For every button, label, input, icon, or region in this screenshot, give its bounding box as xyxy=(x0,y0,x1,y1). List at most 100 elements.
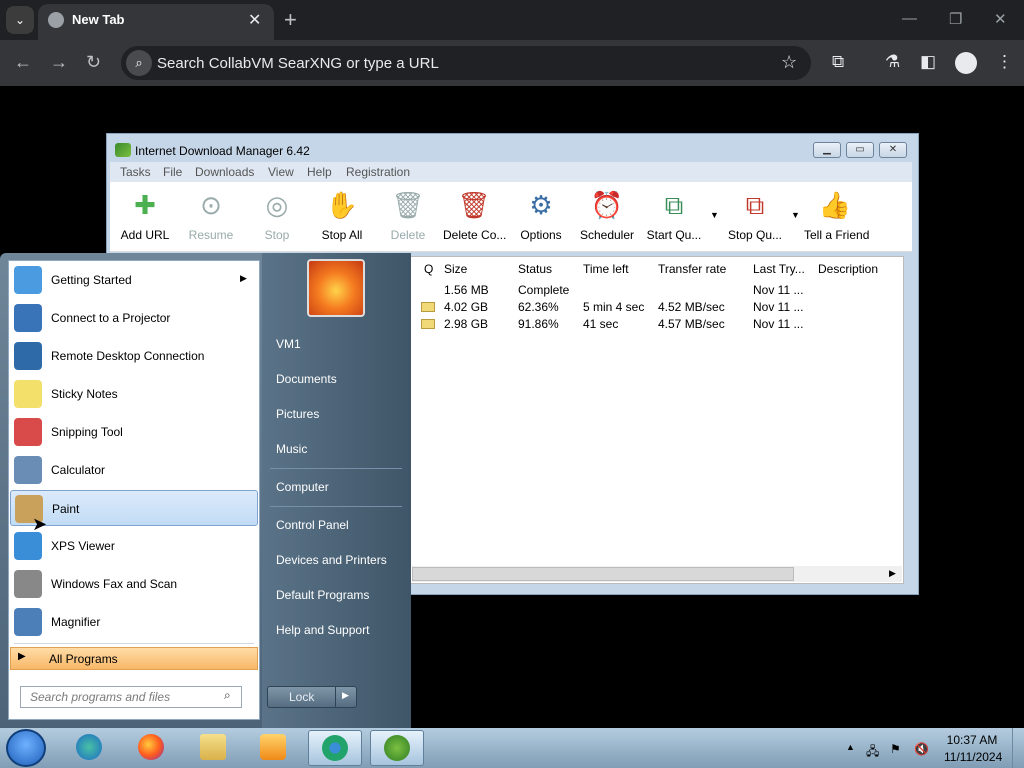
close-icon[interactable]: ✕ xyxy=(994,10,1007,28)
volume-muted-icon[interactable]: 🔇 xyxy=(914,742,929,756)
stop-button[interactable]: ◎ Stop xyxy=(246,188,308,242)
show-hidden-icons-icon[interactable]: ▲ xyxy=(846,742,855,752)
taskbar-media-player[interactable] xyxy=(246,730,300,766)
idm-minimize-button[interactable]: ▁ xyxy=(813,142,841,158)
column-header-q[interactable]: Q xyxy=(424,262,433,276)
reload-icon[interactable]: ↻ xyxy=(86,52,101,73)
column-header-status[interactable]: Status xyxy=(518,262,552,276)
delete-completed-button[interactable]: 🗑 Delete Co... xyxy=(443,188,506,242)
scrollbar-thumb[interactable] xyxy=(412,567,794,581)
link-vm1[interactable]: VM1 xyxy=(276,337,301,351)
program-magnifier[interactable]: Magnifier xyxy=(10,604,258,640)
column-header-last-try[interactable]: Last Try... xyxy=(753,262,805,276)
back-icon[interactable]: ← xyxy=(14,52,32,73)
tell-a-friend-button[interactable]: 👍 Tell a Friend xyxy=(804,188,869,242)
link-music[interactable]: Music xyxy=(276,442,307,456)
lock-label: Lock xyxy=(289,690,315,704)
start-queue-dropdown-icon[interactable]: ▼ xyxy=(710,210,719,220)
taskbar-idm[interactable] xyxy=(370,730,424,766)
address-placeholder[interactable]: Search CollabVM SearXNG or type a URL xyxy=(157,55,439,72)
taskbar-firefox[interactable] xyxy=(124,730,178,766)
tab-search-button[interactable]: ⌄ xyxy=(6,6,34,34)
row-size: 1.56 MB xyxy=(444,283,489,297)
link-pictures[interactable]: Pictures xyxy=(276,407,319,421)
more-menu-icon[interactable]: ⋮ xyxy=(996,52,1013,72)
program-getting-started[interactable]: Getting Started ▶ xyxy=(10,262,258,298)
scroll-right-icon[interactable]: ▶ xyxy=(889,568,896,579)
tab-close-icon[interactable]: ✕ xyxy=(248,10,261,30)
minimize-icon[interactable]: — xyxy=(902,10,917,27)
program-xps-viewer[interactable]: XPS Viewer xyxy=(10,528,258,564)
bookmark-star-icon[interactable]: ☆ xyxy=(781,52,797,73)
folder-icon xyxy=(200,734,226,760)
extensions-icon[interactable]: ⧉ xyxy=(832,52,844,72)
getting-started-icon xyxy=(14,266,42,294)
add-url-button[interactable]: ✚ Add URL xyxy=(114,188,176,242)
column-header-description[interactable]: Description xyxy=(818,262,878,276)
hand-icon: ✋ xyxy=(325,190,359,220)
link-computer[interactable]: Computer xyxy=(276,480,329,494)
stop-icon: ◎ xyxy=(265,190,289,220)
column-header-time-left[interactable]: Time left xyxy=(583,262,629,276)
idm-close-button[interactable]: ✕ xyxy=(879,142,907,158)
stop-queue-dropdown-icon[interactable]: ▼ xyxy=(791,210,800,220)
row-time-left: 5 min 4 sec xyxy=(583,300,645,314)
link-devices-printers[interactable]: Devices and Printers xyxy=(276,553,387,567)
link-control-panel[interactable]: Control Panel xyxy=(276,518,349,532)
action-center-flag-icon[interactable]: ⚑ xyxy=(890,742,901,756)
idm-maximize-button[interactable]: ▭ xyxy=(846,142,874,158)
user-picture[interactable] xyxy=(307,259,365,317)
clock-time[interactable]: 10:37 AM xyxy=(946,733,998,747)
scheduler-button[interactable]: ⏰ Scheduler xyxy=(576,188,638,242)
program-snipping-tool[interactable]: Snipping Tool xyxy=(10,414,258,450)
menu-registration[interactable]: Registration xyxy=(346,165,410,179)
search-icon[interactable]: ⌕ xyxy=(224,688,231,703)
menu-downloads[interactable]: Downloads xyxy=(195,165,254,179)
profile-avatar-icon[interactable] xyxy=(955,52,977,74)
divider xyxy=(270,468,402,469)
menu-tasks[interactable]: Tasks xyxy=(120,165,151,179)
program-remote-desktop[interactable]: Remote Desktop Connection xyxy=(10,338,258,374)
taskbar-edge[interactable] xyxy=(62,730,116,766)
alarm-clock-icon: ⏰ xyxy=(590,190,624,220)
new-tab-button[interactable]: + xyxy=(284,7,297,33)
link-documents[interactable]: Documents xyxy=(276,372,337,386)
resume-button[interactable]: ⊙ Resume xyxy=(180,188,242,242)
all-programs-button[interactable] xyxy=(10,647,258,670)
program-sticky-notes[interactable]: Sticky Notes xyxy=(10,376,258,412)
divider xyxy=(335,687,336,707)
row-last-try: Nov 11 ... xyxy=(753,300,804,314)
delete-button[interactable]: 🗑 Delete xyxy=(377,188,439,242)
labs-flask-icon[interactable]: ⚗ xyxy=(885,52,900,72)
clock-date[interactable]: 11/11/2024 xyxy=(944,750,1002,764)
start-button-windows-icon[interactable] xyxy=(6,729,46,767)
delete-completed-icon: 🗑 xyxy=(457,190,491,220)
taskbar-explorer[interactable] xyxy=(186,730,240,766)
side-panel-icon[interactable]: ◧ xyxy=(920,52,936,72)
shutdown-options-arrow-icon[interactable]: ▶ xyxy=(342,690,349,701)
link-default-programs[interactable]: Default Programs xyxy=(276,588,369,602)
menu-file[interactable]: File xyxy=(163,165,182,179)
program-connect-to-projector[interactable]: Connect to a Projector xyxy=(10,300,258,336)
link-help-support[interactable]: Help and Support xyxy=(276,623,369,637)
start-queue-button[interactable]: ⧉ Start Qu... xyxy=(643,188,705,242)
taskbar-chrome-app[interactable] xyxy=(308,730,362,766)
forward-icon[interactable]: → xyxy=(50,52,68,73)
program-fax-and-scan[interactable]: Windows Fax and Scan xyxy=(10,566,258,602)
menu-view[interactable]: View xyxy=(268,165,294,179)
network-icon[interactable]: 🖧 xyxy=(866,742,879,763)
start-queue-icon: ⧉ xyxy=(664,190,684,220)
column-header-size[interactable]: Size xyxy=(444,262,467,276)
menu-help[interactable]: Help xyxy=(307,165,332,179)
program-paint[interactable]: Paint xyxy=(10,490,258,526)
divider xyxy=(270,506,402,507)
column-header-transfer-rate[interactable]: Transfer rate xyxy=(658,262,726,276)
options-button[interactable]: ⚙ Options xyxy=(510,188,572,242)
stop-queue-button[interactable]: ⧉ Stop Qu... xyxy=(724,188,786,242)
xps-viewer-icon xyxy=(14,532,42,560)
show-desktop-button[interactable] xyxy=(1012,728,1024,768)
scissors-icon xyxy=(14,418,42,446)
program-calculator[interactable]: Calculator xyxy=(10,452,258,488)
stop-all-button[interactable]: ✋ Stop All xyxy=(311,188,373,242)
restore-icon[interactable]: ❐ xyxy=(949,10,962,28)
